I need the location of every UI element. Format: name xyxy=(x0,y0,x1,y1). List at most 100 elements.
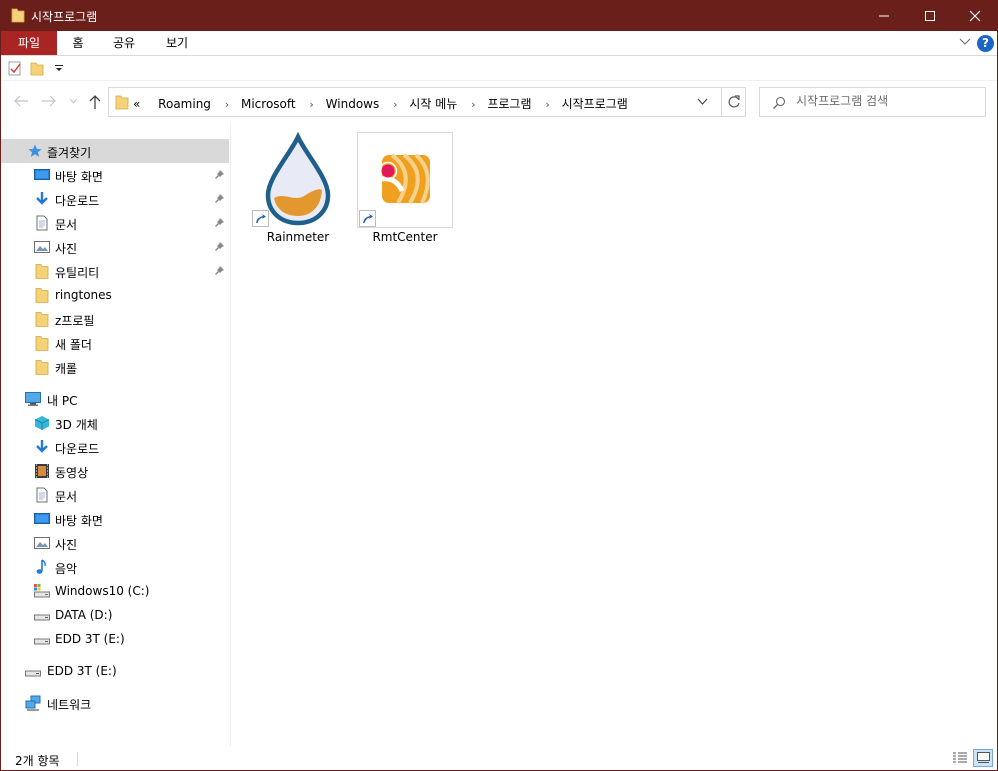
close-button[interactable] xyxy=(952,1,998,31)
sidebar-item-label: EDD 3T (E:) xyxy=(47,664,117,678)
maximize-icon xyxy=(925,11,935,21)
sidebar-item-carol[interactable]: 캐롤 xyxy=(1,355,229,379)
sidebar-item-drive-c[interactable]: Windows10 (C:) xyxy=(1,579,229,603)
refresh-icon xyxy=(728,95,740,108)
address-dropdown-icon[interactable] xyxy=(697,98,708,106)
file-item-rainmeter[interactable]: Rainmeter xyxy=(250,131,346,244)
sidebar-item-documents[interactable]: 문서 xyxy=(1,211,229,235)
help-icon[interactable]: ? xyxy=(977,35,994,52)
recent-locations-icon[interactable] xyxy=(69,98,78,104)
pin-icon[interactable] xyxy=(214,193,225,204)
ribbon-tabs: 파일 홈 공유 보기 ? xyxy=(1,31,997,56)
pin-icon[interactable] xyxy=(214,241,225,252)
file-list[interactable]: Rainmeter RmtCenter xyxy=(232,121,997,747)
file-item-rmtcenter[interactable]: RmtCenter xyxy=(357,132,453,244)
breadcrumb-microsoft[interactable]: Microsoft xyxy=(241,97,296,111)
breadcrumb-startup[interactable]: 시작프로그램 xyxy=(562,97,628,111)
network-icon xyxy=(25,695,41,711)
chevron-down-icon[interactable] xyxy=(959,37,971,47)
document-icon xyxy=(36,215,48,231)
new-folder-icon[interactable] xyxy=(30,61,44,76)
large-icons-view-button[interactable] xyxy=(973,749,993,767)
maximize-button[interactable] xyxy=(907,1,953,31)
drive-icon xyxy=(25,670,41,677)
chevron-right-icon[interactable]: › xyxy=(393,98,397,111)
properties-icon[interactable] xyxy=(8,61,22,76)
sidebar-item-label: 바탕 화면 xyxy=(55,170,103,184)
sidebar-item-downloads[interactable]: 다운로드 xyxy=(1,187,229,211)
sidebar-item-network[interactable]: 네트워크 xyxy=(1,691,229,715)
sidebar-item-label: DATA (D:) xyxy=(55,608,113,622)
sidebar-item-z-profile[interactable]: z프로필 xyxy=(1,307,229,331)
chevron-right-icon[interactable]: › xyxy=(225,98,229,111)
sidebar-item-utilities[interactable]: 유틸리티 xyxy=(1,259,229,283)
breadcrumb-start-menu[interactable]: 시작 메뉴 xyxy=(409,97,457,111)
tab-share[interactable]: 공유 xyxy=(106,31,142,55)
folder-icon xyxy=(11,8,25,23)
folder-icon xyxy=(35,360,49,375)
breadcrumb-roaming[interactable]: Roaming xyxy=(158,97,211,111)
title-bar[interactable]: 시작프로그램 xyxy=(1,1,997,31)
videos-icon xyxy=(35,464,49,478)
sidebar-item-documents-pc[interactable]: 문서 xyxy=(1,483,229,507)
navigation-pane[interactable]: 즐겨찾기 바탕 화면 다운로드 문서 사진 유틸리티 ringtones z프로… xyxy=(1,121,231,747)
download-icon xyxy=(36,192,48,205)
search-input[interactable] xyxy=(796,94,976,108)
breadcrumb-overflow[interactable]: « xyxy=(133,97,140,111)
sidebar-item-ringtones[interactable]: ringtones xyxy=(1,283,229,307)
drive-icon xyxy=(34,638,50,645)
breadcrumb-programs[interactable]: 프로그램 xyxy=(487,97,531,111)
sidebar-item-drive-e[interactable]: EDD 3T (E:) xyxy=(1,627,229,651)
sidebar-item-label: 문서 xyxy=(55,218,78,232)
explorer-window: 시작프로그램 파일 홈 공유 보기 ? « Roaming › Microsof… xyxy=(0,0,998,771)
sidebar-item-drive-d[interactable]: DATA (D:) xyxy=(1,603,229,627)
sidebar-item-pictures[interactable]: 사진 xyxy=(1,235,229,259)
sidebar-item-new-folder[interactable]: 새 폴더 xyxy=(1,331,229,355)
refresh-button[interactable] xyxy=(721,88,747,116)
sidebar-item-3d-objects[interactable]: 3D 개체 xyxy=(1,411,229,435)
back-icon[interactable] xyxy=(13,94,29,108)
pin-icon[interactable] xyxy=(214,265,225,276)
sidebar-item-pictures-pc[interactable]: 사진 xyxy=(1,531,229,555)
sidebar-item-quick-access[interactable]: 즐겨찾기 xyxy=(1,139,229,163)
up-icon[interactable] xyxy=(88,94,102,110)
details-view-icon[interactable] xyxy=(952,751,968,765)
system-drive-icon xyxy=(34,584,50,598)
chevron-right-icon[interactable]: › xyxy=(309,98,313,111)
tab-view[interactable]: 보기 xyxy=(159,31,195,55)
breadcrumb-windows[interactable]: Windows xyxy=(326,97,380,111)
sidebar-item-label: EDD 3T (E:) xyxy=(55,632,125,646)
sidebar-item-label: 캐롤 xyxy=(55,362,78,376)
sidebar-item-desktop-pc[interactable]: 바탕 화면 xyxy=(1,507,229,531)
chevron-right-icon[interactable]: › xyxy=(471,98,475,111)
window-title: 시작프로그램 xyxy=(31,10,98,24)
breadcrumb: « Roaming › Microsoft › Windows › 시작 메뉴 … xyxy=(133,95,630,112)
status-divider xyxy=(77,752,78,766)
sidebar-item-downloads-pc[interactable]: 다운로드 xyxy=(1,435,229,459)
forward-icon[interactable] xyxy=(41,94,57,108)
pictures-icon xyxy=(34,537,50,549)
tab-file[interactable]: 파일 xyxy=(1,31,57,55)
sidebar-item-label: ringtones xyxy=(55,288,112,302)
address-bar[interactable]: « Roaming › Microsoft › Windows › 시작 메뉴 … xyxy=(108,87,746,117)
minimize-button[interactable] xyxy=(861,1,907,31)
close-icon xyxy=(969,10,981,22)
quick-access-toolbar xyxy=(1,56,997,81)
sidebar-item-label: 즐겨찾기 xyxy=(47,146,92,160)
customize-dropdown-icon[interactable] xyxy=(54,65,64,73)
pin-icon[interactable] xyxy=(214,217,225,228)
folder-icon xyxy=(35,312,49,327)
file-name: Rainmeter xyxy=(266,230,330,244)
sidebar-item-videos[interactable]: 동영상 xyxy=(1,459,229,483)
search-box[interactable] xyxy=(759,87,986,117)
sidebar-item-label: 사진 xyxy=(55,538,78,552)
pin-icon[interactable] xyxy=(214,169,225,180)
sidebar-item-this-pc[interactable]: 내 PC xyxy=(1,387,229,411)
star-icon xyxy=(28,144,42,157)
sidebar-item-desktop[interactable]: 바탕 화면 xyxy=(1,163,229,187)
sidebar-item-label: 동영상 xyxy=(55,466,89,480)
chevron-right-icon[interactable]: › xyxy=(545,98,549,111)
sidebar-item-music[interactable]: 음악 xyxy=(1,555,229,579)
sidebar-item-external-drive[interactable]: EDD 3T (E:) xyxy=(1,659,229,683)
tab-home[interactable]: 홈 xyxy=(63,31,93,55)
